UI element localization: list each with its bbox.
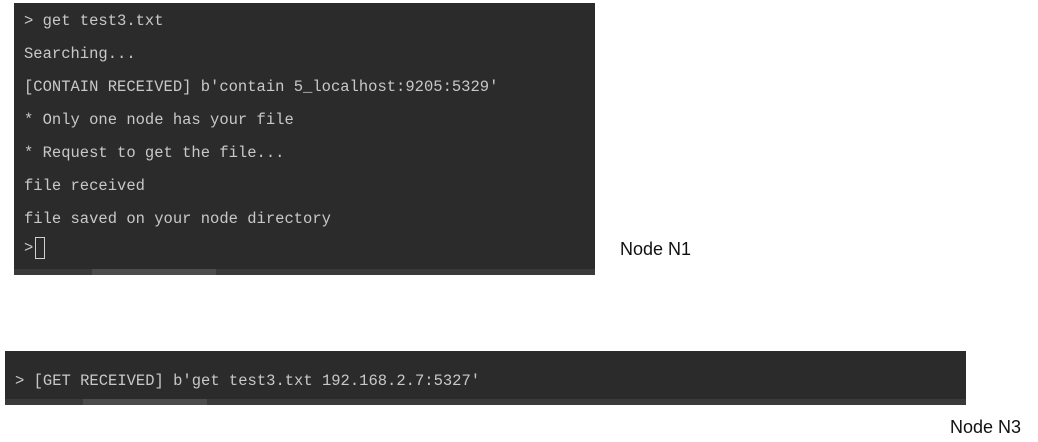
terminal-line: > get test3.txt: [24, 12, 164, 30]
prompt-symbol: >: [24, 239, 34, 257]
horizontal-scrollbar[interactable]: [5, 399, 966, 405]
node-n3-label: Node N3: [950, 417, 1022, 437]
horizontal-scrollbar[interactable]: [14, 269, 595, 275]
terminal-window-n1[interactable]: > get test3.txt Searching... [CONTAIN RE…: [14, 3, 595, 275]
scrollbar-thumb[interactable]: [92, 269, 216, 275]
terminal-line: file received: [24, 177, 145, 195]
text-cursor[interactable]: [35, 237, 46, 259]
scrollbar-thumb[interactable]: [83, 399, 207, 405]
terminal-window-n3[interactable]: > [GET RECEIVED] b'get test3.txt 192.168…: [5, 351, 966, 405]
terminal-line: file saved on your node directory: [24, 210, 331, 228]
terminal-line: * Request to get the file...: [24, 144, 285, 162]
terminal-prompt-line[interactable]: >: [24, 237, 46, 259]
terminal-line: > [GET RECEIVED] b'get test3.txt 192.168…: [15, 372, 481, 390]
terminal-line: Searching...: [24, 45, 136, 63]
node-n1-label: Node N1: [620, 239, 692, 259]
terminal-line: [CONTAIN RECEIVED] b'contain 5_localhost…: [24, 78, 499, 96]
terminal-line: * Only one node has your file: [24, 111, 294, 129]
